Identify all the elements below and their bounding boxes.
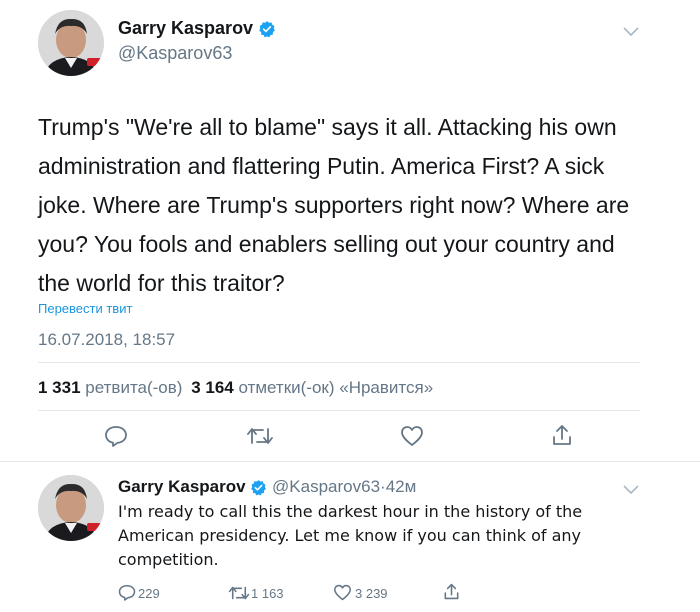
tweet-stats: 1 331 ретвита(-ов) 3 164 отметки(-ок) «Н… [38,378,433,398]
verified-badge-icon [250,478,267,498]
author-avatar[interactable] [38,10,104,76]
divider [38,410,640,411]
reply-icon[interactable] [104,425,128,452]
verified-badge-icon [258,19,276,40]
tweet-text: Trump's "We're all to blame" says it all… [38,114,630,296]
likes-count[interactable]: 3 164 [191,378,234,397]
reply-header: Garry Kasparov @Kasparov63·42м [118,477,416,498]
share-icon[interactable] [443,582,460,606]
like-icon[interactable] [400,425,424,452]
divider [38,362,640,363]
author-handle[interactable]: @Kasparov63 [118,43,232,64]
author-name-text[interactable]: Garry Kasparov [118,18,253,38]
reply-author-handle[interactable]: @Kasparov63 [272,477,380,496]
retweet-icon[interactable] [228,585,250,606]
like-count[interactable]: 3 239 [355,586,388,601]
retweets-count[interactable]: 1 331 [38,378,81,397]
chevron-down-icon[interactable] [623,482,639,500]
translate-tweet-link[interactable]: Перевести твит [38,301,132,316]
retweet-icon[interactable] [246,426,274,451]
divider [0,461,700,462]
chevron-down-icon[interactable] [623,24,639,42]
reply-author-avatar[interactable] [38,475,104,541]
reply-count[interactable]: 229 [138,586,160,601]
reply-time[interactable]: 42м [386,477,417,496]
reply-icon[interactable] [118,584,136,606]
likes-label[interactable]: отметки(-ок) «Нравится» [238,378,433,397]
reply-text: I'm ready to call this the darkest hour … [118,502,583,569]
like-icon[interactable] [333,584,352,606]
tweet-timestamp[interactable]: 16.07.2018, 18:57 [38,330,175,350]
author-name[interactable]: Garry Kasparov [118,18,276,40]
reply-author-name[interactable]: Garry Kasparov [118,477,246,496]
share-icon[interactable] [551,423,573,452]
retweet-count[interactable]: 1 163 [251,586,284,601]
retweets-label[interactable]: ретвита(-ов) [85,378,182,397]
